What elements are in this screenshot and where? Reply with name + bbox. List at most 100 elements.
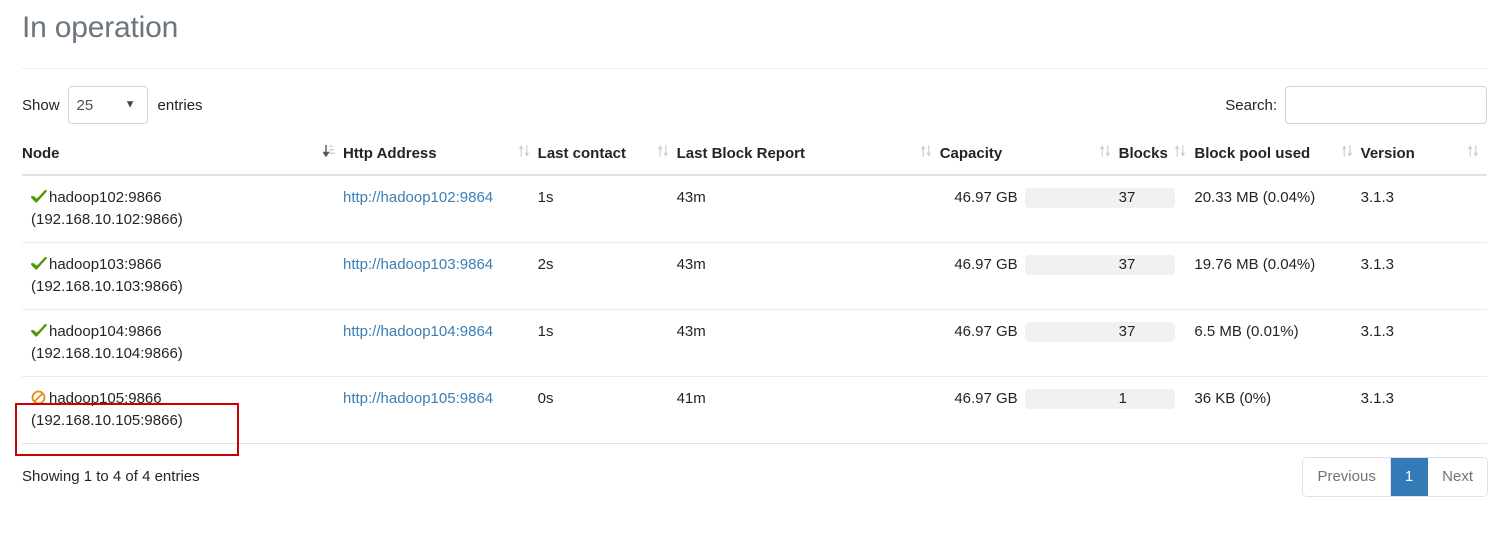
sort-both-icon — [657, 143, 669, 157]
node-address: (192.168.10.105:9866) — [31, 412, 183, 429]
node-name: hadoop102:9866 — [49, 189, 162, 206]
sort-both-icon — [518, 143, 530, 157]
last-contact-value: 0s — [537, 390, 554, 407]
entries-select[interactable]: 25 — [67, 86, 148, 124]
sort-both-icon — [1341, 143, 1353, 157]
search-input[interactable] — [1285, 86, 1487, 124]
block-pool-used-value: 36 KB (0%) — [1194, 390, 1272, 407]
cell-block-pool-used: 19.76 MB (0.04%) — [1194, 242, 1361, 310]
column-header-last-block-report[interactable]: Last Block Report — [676, 143, 940, 176]
cell-last-contact: 1s — [537, 309, 677, 377]
cell-http-address: http://hadoop105:9864 — [342, 376, 538, 444]
node-name: hadoop103:9866 — [49, 256, 162, 273]
capacity-value: 46.97 GB — [954, 390, 1018, 408]
capacity-value: 46.97 GB — [954, 256, 1018, 274]
cell-last-block-report: 43m — [676, 175, 940, 243]
sort-both-icon — [1174, 143, 1186, 157]
cell-blocks: 37 — [1118, 309, 1195, 377]
column-header-block-pool-used[interactable]: Block pool used — [1194, 143, 1361, 176]
cell-node: hadoop104:9866 (192.168.10.104:9866) — [22, 309, 343, 377]
page-title: In operation — [22, 11, 179, 44]
http-address-link[interactable]: http://hadoop105:9864 — [343, 390, 493, 407]
column-header-node-label: Node — [22, 145, 60, 162]
node-address: (192.168.10.102:9866) — [31, 211, 183, 228]
pagination-button[interactable]: 1 — [1390, 458, 1429, 496]
column-header-capacity[interactable]: Capacity — [939, 143, 1119, 176]
cell-blocks: 37 — [1118, 175, 1195, 243]
table-row: hadoop102:9866 (192.168.10.102:9866) http:… — [22, 175, 1487, 243]
cell-last-contact: 1s — [537, 175, 677, 243]
column-header-last-block-report-label: Last Block Report — [676, 145, 805, 162]
entries-info: Showing 1 to 4 of 4 entries — [22, 468, 200, 485]
version-value: 3.1.3 — [1360, 189, 1395, 206]
cell-block-pool-used: 36 KB (0%) — [1194, 376, 1361, 444]
column-header-http-address-label: Http Address — [342, 145, 437, 162]
title-divider — [22, 68, 1487, 69]
entries-select-shell: 25 ▼ — [67, 86, 148, 124]
http-address-link[interactable]: http://hadoop102:9864 — [343, 189, 493, 206]
cell-node: hadoop105:9866 (192.168.10.105:9866) — [22, 376, 343, 444]
pagination-button[interactable]: Next — [1428, 458, 1487, 496]
ban-icon — [31, 390, 48, 405]
check-icon — [31, 189, 48, 203]
sort-desc-icon — [322, 143, 335, 158]
column-header-blocks[interactable]: Blocks — [1118, 143, 1195, 176]
column-header-version[interactable]: Version — [1360, 143, 1487, 176]
blocks-value: 37 — [1118, 256, 1136, 273]
column-header-node[interactable]: Node — [22, 143, 343, 176]
capacity-progress-bar — [1024, 322, 1175, 343]
cell-last-block-report: 43m — [676, 309, 940, 377]
http-address-link[interactable]: http://hadoop103:9864 — [343, 256, 493, 273]
last-contact-value: 1s — [537, 189, 554, 206]
cell-capacity: 46.97 GB — [939, 309, 1175, 377]
cell-block-pool-used: 6.5 MB (0.01%) — [1194, 309, 1361, 377]
version-value: 3.1.3 — [1360, 390, 1395, 407]
http-address-link[interactable]: http://hadoop104:9864 — [343, 323, 493, 340]
cell-capacity: 46.97 GB — [939, 376, 1175, 444]
check-icon — [31, 256, 48, 270]
cell-version: 3.1.3 — [1360, 242, 1487, 310]
blocks-value: 1 — [1118, 390, 1127, 407]
search-control: Search: — [1225, 85, 1487, 125]
table-row: hadoop103:9866 (192.168.10.103:9866) http:… — [22, 242, 1487, 310]
table-row: hadoop104:9866 (192.168.10.104:9866) http:… — [22, 309, 1487, 377]
block-pool-used-value: 20.33 MB (0.04%) — [1194, 189, 1316, 206]
column-header-version-label: Version — [1360, 145, 1415, 162]
cell-version: 3.1.3 — [1360, 309, 1487, 377]
cell-block-pool-used: 20.33 MB (0.04%) — [1194, 175, 1361, 243]
pagination-button[interactable]: Previous — [1303, 458, 1391, 496]
cell-node: hadoop102:9866 (192.168.10.102:9866) — [22, 175, 343, 243]
cell-last-contact: 2s — [537, 242, 677, 310]
entries-label: entries — [157, 96, 203, 114]
cell-version: 3.1.3 — [1360, 175, 1487, 243]
table-body: hadoop102:9866 (192.168.10.102:9866) http:… — [22, 175, 1487, 444]
search-label: Search: — [1225, 96, 1277, 114]
table-head: Node Http Address Last contact Last Bloc… — [22, 143, 1487, 176]
capacity-progress-bar — [1024, 255, 1175, 276]
datanodes-table: Node Http Address Last contact Last Bloc… — [22, 143, 1487, 444]
last-block-report-value: 43m — [676, 189, 706, 206]
cell-http-address: http://hadoop102:9864 — [342, 175, 538, 243]
datanodes-page: In operation Show 25 ▼ entries Search: N… — [0, 0, 1509, 542]
cell-http-address: http://hadoop103:9864 — [342, 242, 538, 310]
capacity-progress-bar — [1024, 389, 1175, 410]
cell-capacity: 46.97 GB — [939, 175, 1175, 243]
sort-both-icon — [1467, 143, 1479, 157]
pagination: Previous 1 Next — [1303, 458, 1487, 496]
show-label: Show — [22, 96, 60, 114]
table-header-row: Node Http Address Last contact Last Bloc… — [22, 143, 1487, 176]
capacity-value: 46.97 GB — [954, 323, 1018, 341]
column-header-last-contact[interactable]: Last contact — [537, 143, 677, 176]
column-header-http-address[interactable]: Http Address — [342, 143, 538, 176]
block-pool-used-value: 6.5 MB (0.01%) — [1194, 323, 1299, 340]
entries-length-control: Show 25 ▼ entries — [22, 85, 203, 125]
cell-capacity: 46.97 GB — [939, 242, 1175, 310]
capacity-progress-bar — [1024, 188, 1175, 209]
last-contact-value: 1s — [537, 323, 554, 340]
last-block-report-value: 43m — [676, 256, 706, 273]
sort-both-icon — [920, 143, 932, 157]
cell-blocks: 37 — [1118, 242, 1195, 310]
column-header-last-contact-label: Last contact — [537, 145, 627, 162]
node-address: (192.168.10.104:9866) — [31, 345, 183, 362]
table-row: hadoop105:9866 (192.168.10.105:9866) http:… — [22, 376, 1487, 444]
